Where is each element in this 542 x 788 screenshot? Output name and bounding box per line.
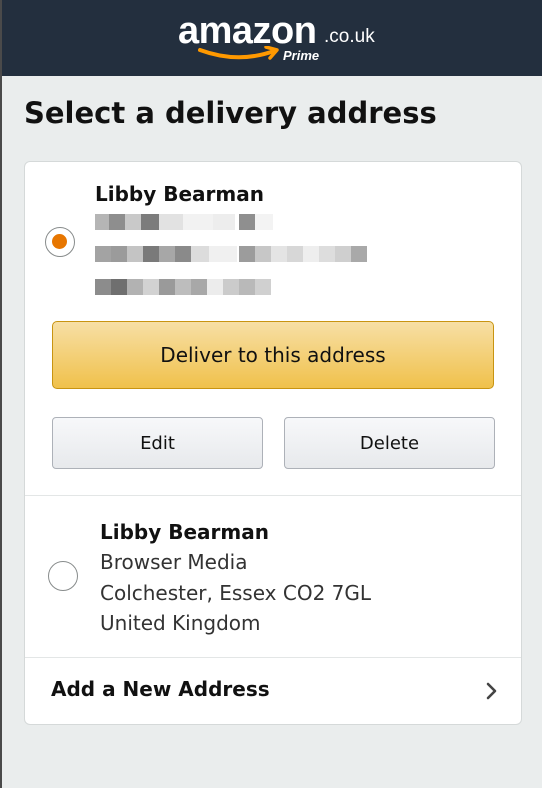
address-2-line-2: Colchester, Essex CO2 7GL	[100, 581, 372, 605]
redacted-line-3	[95, 279, 295, 295]
logo-prime: Prime	[283, 48, 320, 63]
chevron-right-icon	[486, 682, 497, 700]
address-2-radio-icon[interactable]	[48, 561, 78, 591]
redacted-line-1	[95, 214, 315, 230]
delete-button[interactable]: Delete	[284, 417, 495, 469]
deliver-to-address-button[interactable]: Deliver to this address	[52, 321, 494, 389]
logo-tld: .co.uk	[324, 26, 375, 47]
redacted-line-2	[95, 246, 385, 262]
address-2-line-1: Browser Media	[100, 550, 248, 574]
address-card: Libby Bearman Deliver to this address Ed…	[24, 161, 522, 725]
add-new-address-row[interactable]: Add a New Address	[25, 658, 521, 724]
add-new-address-label: Add a New Address	[51, 677, 270, 701]
address-1-name: Libby Bearman	[95, 182, 264, 206]
edit-button[interactable]: Edit	[52, 417, 263, 469]
address-2-line-3: United Kingdom	[100, 611, 261, 635]
divider	[25, 495, 521, 496]
amazon-logo[interactable]: amazon .co.uk Prime	[178, 10, 378, 72]
header-bar: amazon .co.uk Prime	[2, 0, 542, 76]
page-title: Select a delivery address	[24, 96, 437, 130]
address-1-radio-icon[interactable]	[45, 227, 75, 257]
address-2-name: Libby Bearman	[100, 520, 269, 544]
amazon-smile-icon	[198, 46, 279, 60]
app-frame: amazon .co.uk Prime Select a delivery ad…	[0, 0, 542, 788]
